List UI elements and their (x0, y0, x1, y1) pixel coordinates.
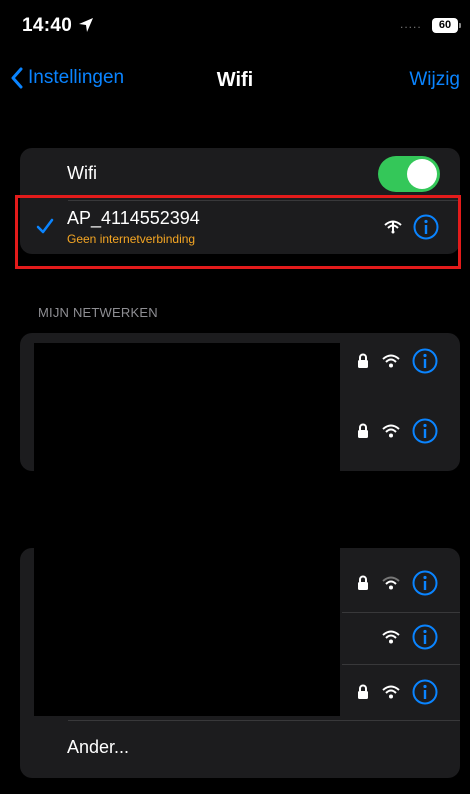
redacted-area (34, 343, 340, 471)
checkmark-icon (36, 218, 54, 234)
section-header-my-networks: MIJN NETWERKEN (38, 305, 158, 320)
wifi-toggle[interactable] (378, 156, 440, 192)
toggle-knob (407, 159, 437, 189)
other-network-row[interactable]: Ander... (20, 722, 460, 772)
status-bar: 14:40 ..... 60 (0, 0, 470, 50)
wifi-toggle-row: Wifi (20, 148, 460, 200)
wifi-group: Wifi AP_4114552394 Geen internetverbindi… (20, 148, 460, 254)
divider (342, 664, 460, 665)
redacted-area (34, 548, 340, 716)
location-arrow-icon (79, 18, 93, 32)
connected-network-status: Geen internetverbinding (67, 232, 196, 246)
wifi-icon (382, 630, 400, 644)
status-time: 14:40 (22, 15, 73, 36)
info-icon[interactable] (412, 624, 438, 650)
wifi-no-internet-icon (384, 220, 402, 234)
my-networks-group (20, 333, 460, 471)
navigation-bar: Instellingen Wifi Wijzig (0, 60, 470, 100)
wifi-icon (382, 424, 400, 438)
edit-button[interactable]: Wijzig (409, 69, 460, 91)
page-title: Wifi (216, 69, 254, 91)
battery-icon: 60 (432, 18, 461, 33)
lock-icon (358, 423, 368, 438)
info-icon[interactable] (412, 570, 438, 596)
wifi-weak-icon (382, 576, 400, 590)
info-icon[interactable] (413, 214, 439, 240)
info-icon[interactable] (412, 679, 438, 705)
divider (68, 720, 460, 721)
wifi-toggle-label: Wifi (67, 163, 97, 183)
info-icon[interactable] (412, 348, 438, 374)
wifi-icon (382, 685, 400, 699)
wifi-icon (382, 354, 400, 368)
connected-network-row[interactable]: AP_4114552394 Geen internetverbinding (20, 200, 460, 254)
lock-icon (358, 575, 368, 590)
lock-icon (358, 684, 368, 699)
signal-dots: ..... (400, 17, 422, 31)
lock-icon (358, 353, 368, 368)
info-icon[interactable] (412, 418, 438, 444)
other-networks-group: Ander... (20, 548, 460, 778)
other-network-label: Ander... (67, 737, 130, 757)
connected-network-name: AP_4114552394 (67, 208, 200, 228)
